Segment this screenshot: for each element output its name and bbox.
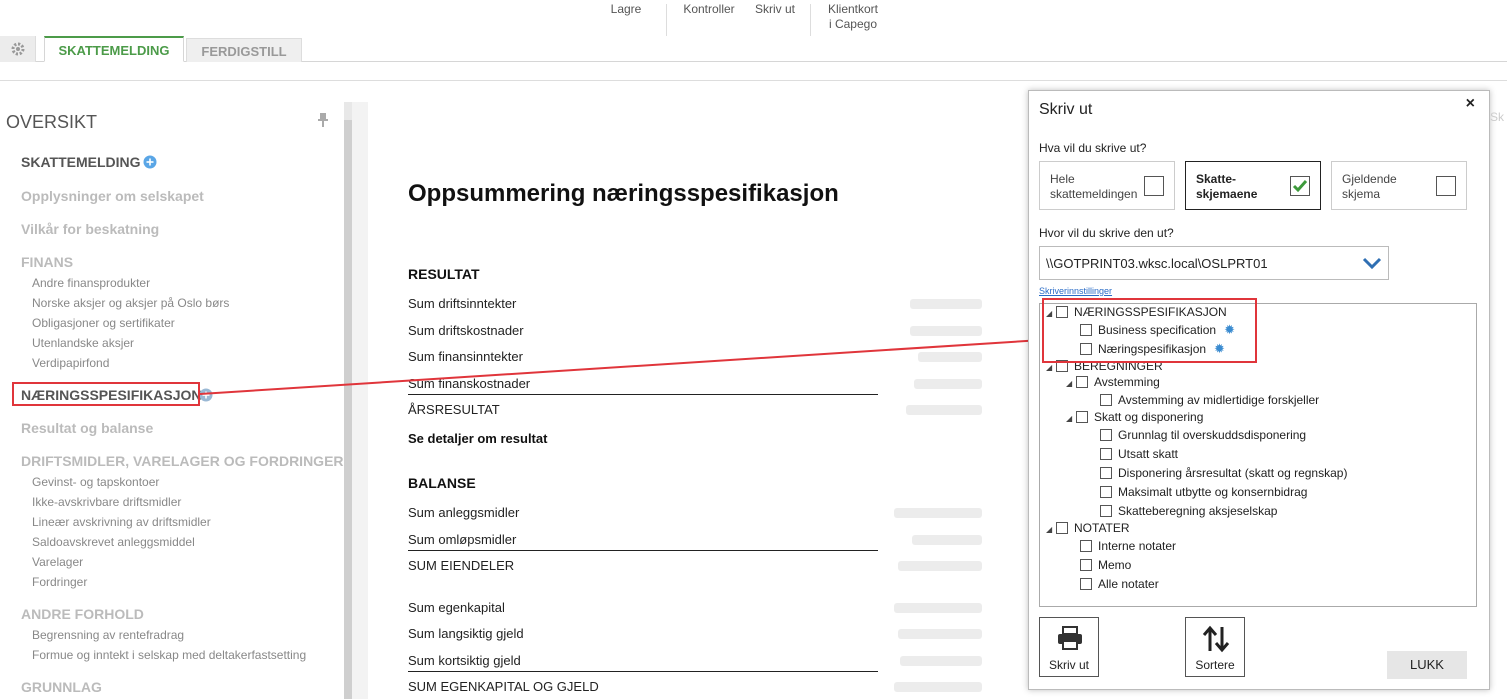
tree-item-maksimalt-utbytte[interactable]: Maksimalt utbytte og konsernbidrag	[1100, 484, 1307, 500]
tree-checkbox	[1076, 411, 1088, 423]
tree-item-skatt-disponering[interactable]: ◢ Skatt og disponering	[1066, 409, 1203, 425]
printer-value: \\GOTPRINT03.wksc.local\OSLPRT01	[1046, 256, 1268, 271]
printer-settings-link[interactable]: Skriverinnstillinger	[1039, 286, 1112, 296]
sort-button-label: Sortere	[1195, 658, 1235, 672]
tree-item-skatteberegning[interactable]: Skatteberegning aksjeselskap	[1100, 503, 1277, 519]
collapse-icon: ◢	[1046, 525, 1053, 534]
tree-item-grunnlag-overskudd[interactable]: Grunnlag til overskuddsdisponering	[1100, 427, 1306, 443]
tree-checkbox	[1100, 505, 1112, 517]
checkmark-icon	[1292, 180, 1308, 193]
tree-item-avstemming-forskjeller[interactable]: Avstemming av midlertidige forskjeller	[1100, 392, 1319, 408]
option-label: Hele skattemeldingen	[1050, 172, 1138, 201]
close-icon[interactable]: ×	[1466, 95, 1475, 113]
tree-item-notater[interactable]: ◢ NOTATER	[1046, 520, 1130, 536]
tree-checkbox	[1076, 376, 1088, 388]
tree-checkbox	[1100, 467, 1112, 479]
printer-icon	[1058, 626, 1082, 650]
tree-checkbox	[1080, 559, 1092, 571]
option-checkbox[interactable]	[1144, 176, 1164, 196]
tree-checkbox	[1080, 540, 1092, 552]
print-what-label: Hva vil du skrive ut?	[1039, 141, 1147, 155]
option-current-form[interactable]: Gjeldende skjema	[1331, 161, 1467, 210]
option-checkbox[interactable]	[1436, 176, 1456, 196]
option-label: Skatte-skjemaene	[1196, 172, 1258, 201]
option-label: Gjeldende skjema	[1342, 172, 1397, 201]
tree-item-disponering-arsresultat[interactable]: Disponering årsresultat (skatt og regnsk…	[1100, 465, 1347, 481]
tree-item-alle-notater[interactable]: Alle notater	[1080, 576, 1159, 592]
highlight-box-tree	[1042, 298, 1257, 363]
tree-item-interne-notater[interactable]: Interne notater	[1080, 538, 1176, 554]
print-where-label: Hvor vil du skrive den ut?	[1039, 226, 1174, 240]
sort-button[interactable]: Sortere	[1185, 617, 1245, 677]
background-partial-text: Sk	[1490, 110, 1505, 124]
print-dialog: Skriv ut × Hva vil du skrive ut? Hele ska…	[1028, 90, 1490, 690]
tree-item-avstemming[interactable]: ◢ Avstemming	[1066, 374, 1160, 390]
tree-checkbox	[1100, 394, 1112, 406]
collapse-icon: ◢	[1066, 379, 1073, 388]
tree-item-memo[interactable]: Memo	[1080, 557, 1131, 573]
print-button-label: Skriv ut	[1048, 658, 1089, 672]
close-dialog-button[interactable]: LUKK	[1387, 651, 1467, 679]
chevron-down-icon[interactable]	[1362, 247, 1382, 281]
collapse-icon: ◢	[1066, 414, 1073, 423]
option-checkbox[interactable]	[1290, 176, 1310, 196]
dialog-title: Skriv ut	[1039, 101, 1093, 118]
option-tax-forms[interactable]: Skatte-skjemaene	[1185, 161, 1321, 210]
option-whole-tax-return[interactable]: Hele skattemeldingen	[1039, 161, 1175, 210]
tree-item-utsatt-skatt[interactable]: Utsatt skatt	[1100, 446, 1178, 462]
tree-checkbox	[1056, 522, 1068, 534]
tree-checkbox	[1100, 429, 1112, 441]
tree-checkbox	[1080, 578, 1092, 590]
printer-select[interactable]: \\GOTPRINT03.wksc.local\OSLPRT01	[1039, 246, 1389, 280]
tree-checkbox	[1100, 448, 1112, 460]
print-button[interactable]: Skriv ut	[1039, 617, 1099, 677]
sort-arrows-icon	[1202, 625, 1230, 653]
tree-checkbox	[1100, 486, 1112, 498]
